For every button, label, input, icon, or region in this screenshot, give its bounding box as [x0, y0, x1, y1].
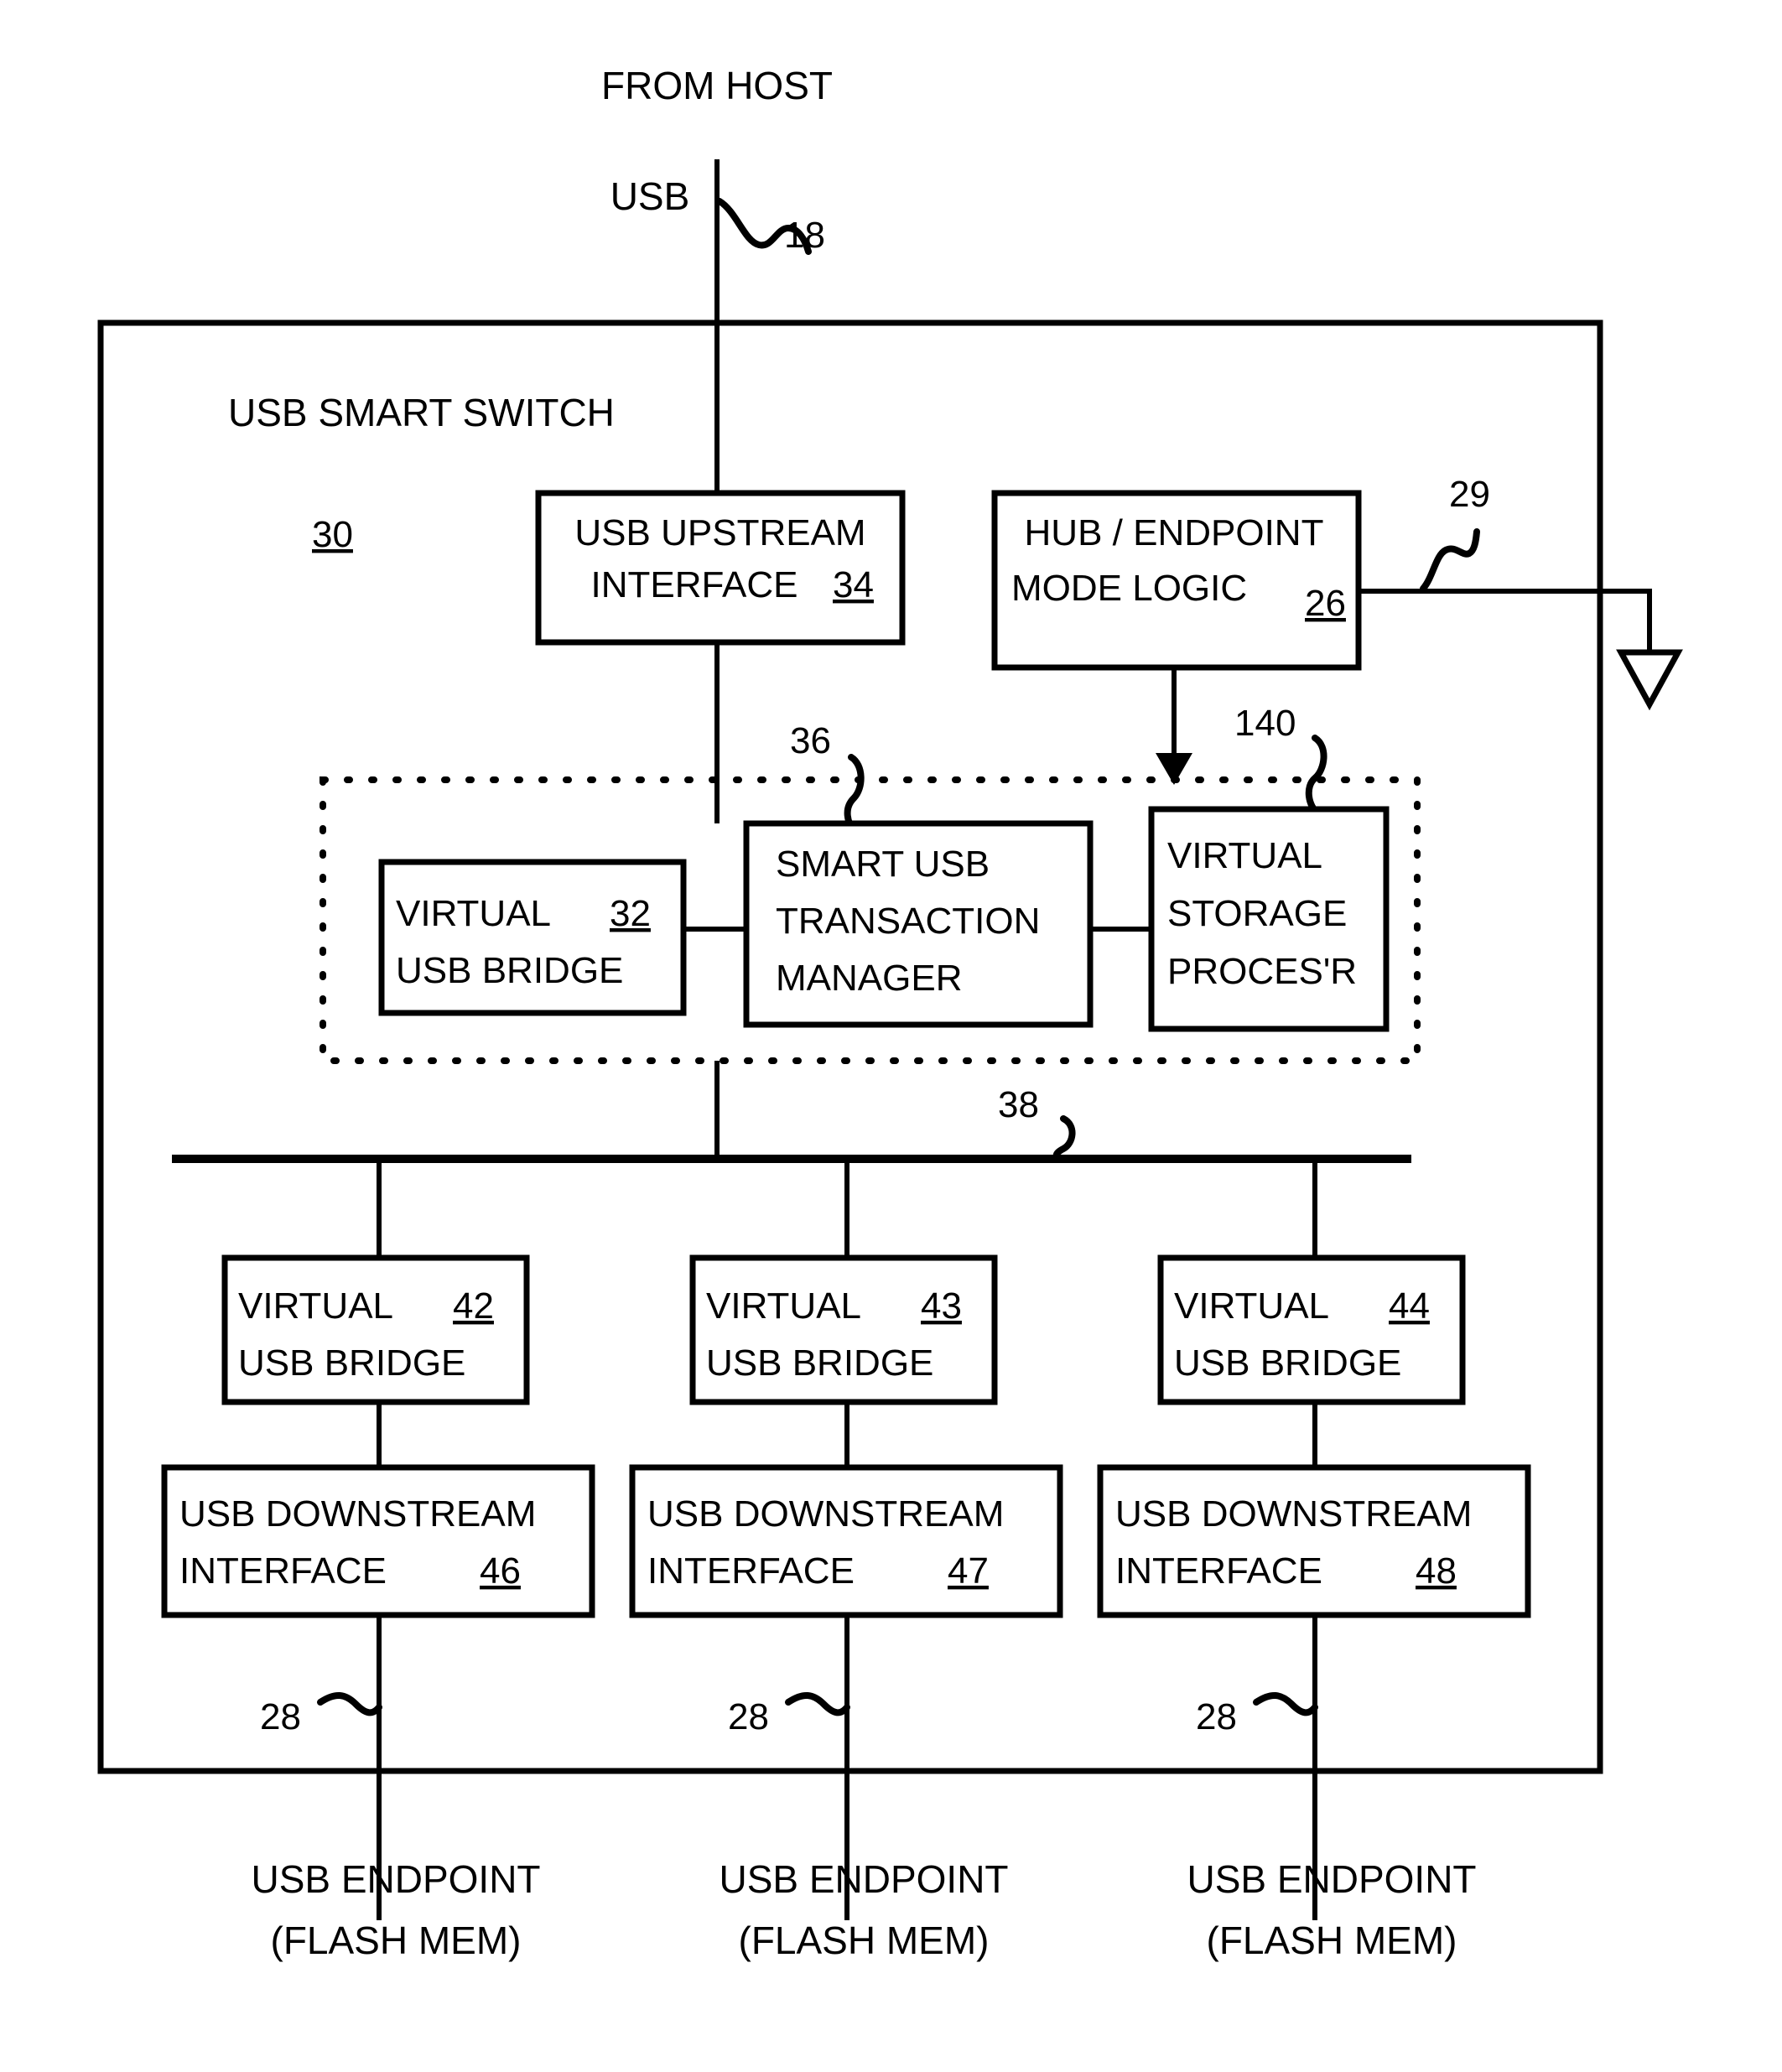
usb-endpoint-2-line2: (FLASH MEM) — [739, 1919, 990, 1962]
smart-usb-transaction-manager-line3: MANAGER — [776, 958, 962, 999]
usb-endpoint-3-line1: USB ENDPOINT — [1187, 1857, 1476, 1901]
ref-32: 32 — [610, 893, 651, 934]
virtual-usb-bridge-32-line2: USB BRIDGE — [396, 950, 623, 991]
virtual-storage-processor-line1: VIRTUAL — [1167, 835, 1322, 876]
usb-upstream-interface-line1: USB UPSTREAM — [574, 512, 865, 553]
lead-line-28-col2 — [785, 1692, 850, 1716]
virtual-usb-bridge-43-line2: USB BRIDGE — [706, 1342, 933, 1384]
ref-42: 42 — [453, 1285, 494, 1327]
ref-47: 47 — [948, 1550, 989, 1592]
usb-downstream-interface-47-line2: INTERFACE — [647, 1550, 855, 1592]
usb-downstream-interface-47-line1: USB DOWNSTREAM — [647, 1493, 1004, 1535]
usb-endpoint-1-line1: USB ENDPOINT — [251, 1857, 540, 1901]
virtual-usb-bridge-42-line2: USB BRIDGE — [238, 1342, 465, 1384]
lead-line-28-col3 — [1253, 1692, 1318, 1716]
from-host-label: FROM HOST — [601, 64, 833, 107]
lead-line-38 — [1052, 1115, 1076, 1162]
ref-28-col3: 28 — [1196, 1696, 1237, 1737]
ref-28-col1: 28 — [260, 1696, 301, 1737]
lead-line-140 — [1305, 735, 1327, 817]
usb-endpoint-1-line2: (FLASH MEM) — [271, 1919, 522, 1962]
ref-30: 30 — [312, 514, 353, 555]
usb-link-label: USB — [610, 174, 690, 218]
usb-downstream-interface-48-line1: USB DOWNSTREAM — [1115, 1493, 1472, 1535]
ref-26: 26 — [1305, 583, 1346, 624]
smart-usb-transaction-manager-line1: SMART USB — [776, 844, 990, 885]
virtual-usb-bridge-42-line1: VIRTUAL — [238, 1285, 393, 1327]
ref-36: 36 — [790, 720, 831, 761]
usb-smart-switch-diagram: FROM HOST USB 18 USB SMART SWITCH 30 USB… — [97, 64, 1683, 1962]
ref-38: 38 — [998, 1084, 1039, 1125]
usb-downstream-interface-46-box — [161, 1464, 595, 1618]
smart-usb-transaction-manager-line2: TRANSACTION — [776, 901, 1040, 942]
usb-downstream-interface-48-line2: INTERFACE — [1115, 1550, 1322, 1592]
usb-endpoint-3-line2: (FLASH MEM) — [1207, 1919, 1457, 1962]
ref-44: 44 — [1389, 1285, 1430, 1327]
usb-smart-switch-label: USB SMART SWITCH — [228, 391, 615, 434]
usb-upstream-interface-line2: INTERFACE — [591, 564, 798, 605]
ref-48: 48 — [1416, 1550, 1457, 1592]
virtual-usb-bridge-32-line1: VIRTUAL — [396, 893, 551, 934]
virtual-storage-processor-line3: PROCES'R — [1167, 951, 1357, 992]
usb-downstream-interface-47-box — [629, 1464, 1063, 1618]
mode-logic-output-arrowhead — [1616, 649, 1683, 711]
usb-downstream-interface-48-box — [1097, 1464, 1531, 1618]
ref-140: 140 — [1234, 703, 1296, 744]
virtual-usb-bridge-44-line2: USB BRIDGE — [1174, 1342, 1401, 1384]
patent-figure: FROM HOST USB 18 USB SMART SWITCH 30 USB… — [0, 0, 1782, 2072]
ref-18: 18 — [784, 215, 825, 256]
ref-34: 34 — [833, 564, 874, 605]
lead-line-29 — [1420, 528, 1480, 592]
hub-endpoint-mode-logic-line2: MODE LOGIC — [1011, 568, 1247, 609]
ref-46: 46 — [480, 1550, 521, 1592]
virtual-usb-bridge-43-line1: VIRTUAL — [706, 1285, 861, 1327]
ref-29: 29 — [1449, 474, 1490, 515]
usb-downstream-interface-46-line1: USB DOWNSTREAM — [179, 1493, 536, 1535]
mode-logic-output-wire — [1359, 589, 1652, 650]
hub-endpoint-mode-logic-line1: HUB / ENDPOINT — [1025, 512, 1324, 553]
ref-43: 43 — [921, 1285, 962, 1327]
usb-endpoint-2-line1: USB ENDPOINT — [719, 1857, 1008, 1901]
virtual-storage-processor-line2: STORAGE — [1167, 893, 1347, 934]
virtual-usb-bridge-44-line1: VIRTUAL — [1174, 1285, 1329, 1327]
ref-28-col2: 28 — [728, 1696, 769, 1737]
lead-line-28-col1 — [317, 1692, 382, 1716]
usb-downstream-interface-46-line2: INTERFACE — [179, 1550, 387, 1592]
